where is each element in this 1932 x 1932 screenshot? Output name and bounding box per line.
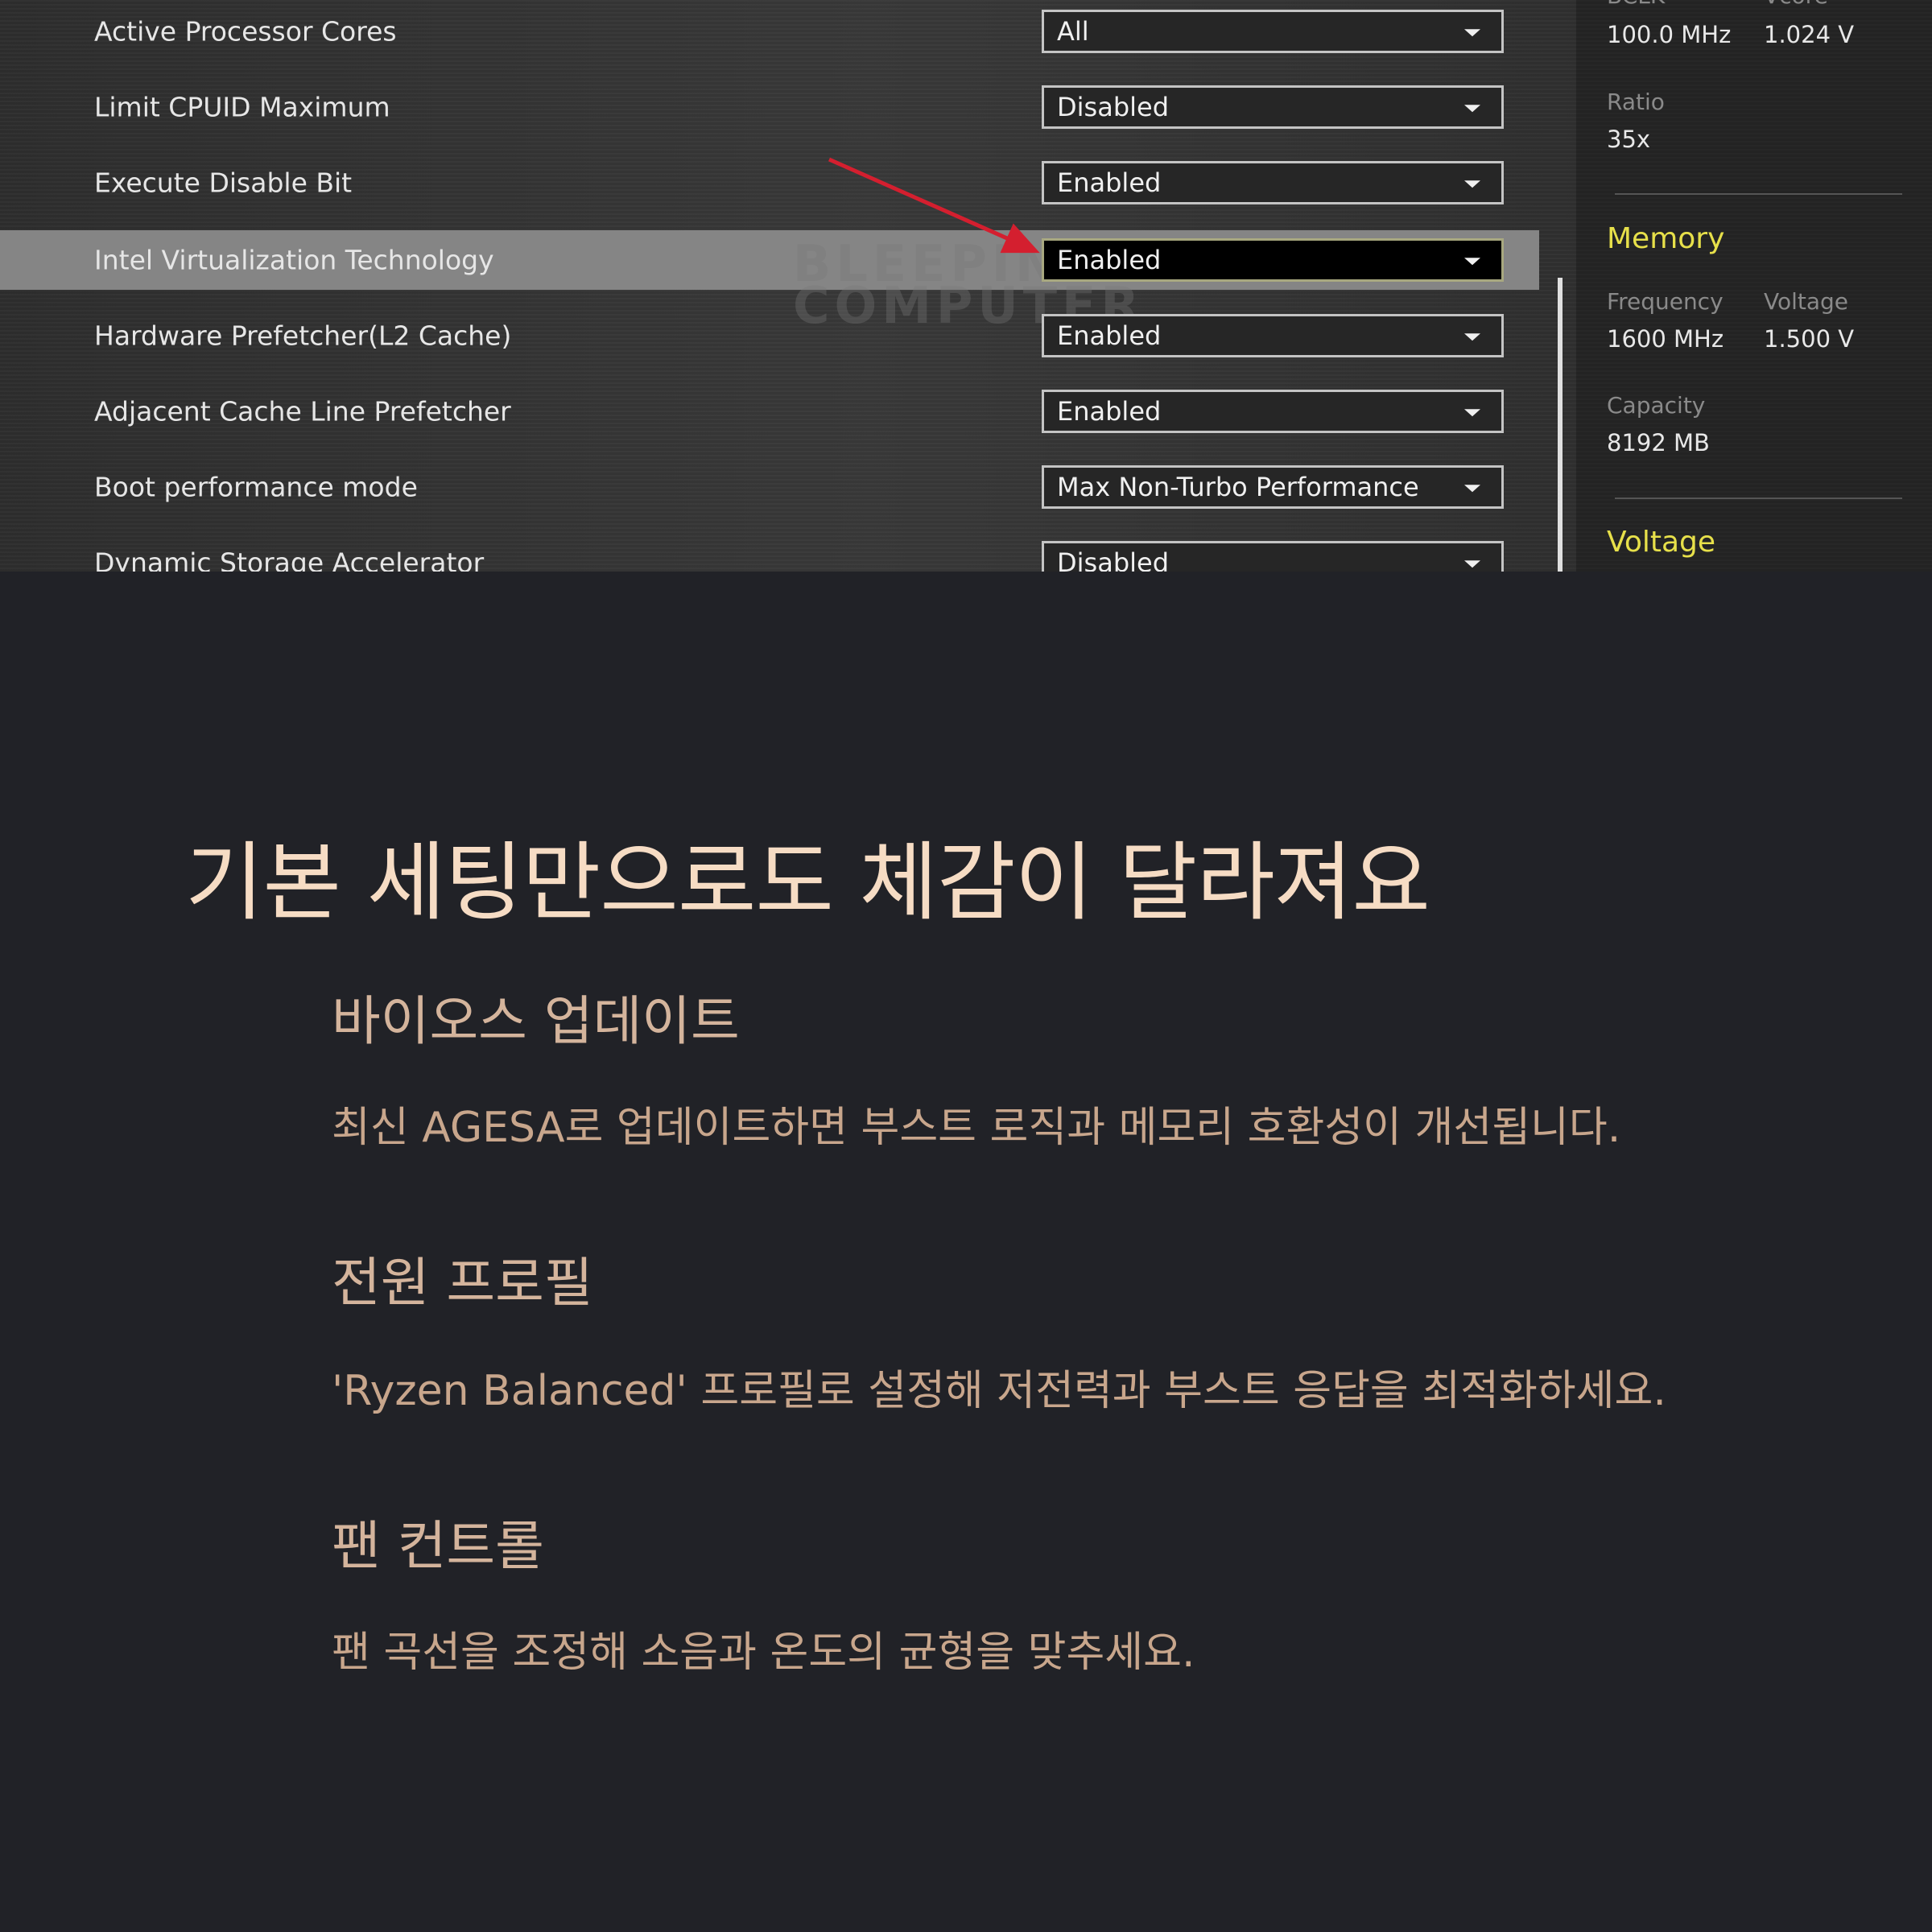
- vcore-label: Vcore: [1764, 0, 1828, 9]
- dropdown-value: Enabled: [1057, 245, 1162, 275]
- section-body-fan-control: 팬 곡선을 조정해 소음과 온도의 균형을 맞추세요.: [332, 1629, 1195, 1677]
- article-section: 기본 세팅만으로도 체감이 달라져요 바이오스 업데이트 최신 AGESA로 업…: [0, 572, 1932, 1932]
- caret-down-icon: [1464, 485, 1480, 493]
- adjacent-cache-line-prefetcher-dropdown[interactable]: Enabled: [1042, 390, 1504, 433]
- dropdown-value: Enabled: [1057, 320, 1162, 351]
- dropdown-value: Disabled: [1057, 92, 1170, 122]
- caret-down-icon: [1464, 105, 1480, 113]
- bios-screenshot: Active Processor Cores All Limit CPUID M…: [0, 0, 1932, 572]
- dynamic-storage-accelerator-dropdown[interactable]: Disabled: [1042, 541, 1504, 572]
- setting-row-adjacent-cache-line-prefetcher[interactable]: Adjacent Cache Line Prefetcher Enabled: [0, 382, 1539, 441]
- divider: [1615, 497, 1902, 499]
- caret-down-icon: [1464, 258, 1480, 266]
- vcore-value: 1.024 V: [1764, 21, 1855, 48]
- dropdown-value: Enabled: [1057, 167, 1162, 198]
- hardware-prefetcher-dropdown[interactable]: Enabled: [1042, 314, 1504, 357]
- intel-virtualization-technology-dropdown[interactable]: Enabled: [1042, 238, 1504, 282]
- execute-disable-bit-dropdown[interactable]: Enabled: [1042, 161, 1504, 204]
- section-body-bios-update: 최신 AGESA로 업데이트하면 부스트 로직과 메모리 호환성이 개선됩니다.: [332, 1104, 1621, 1152]
- active-processor-cores-dropdown[interactable]: All: [1042, 10, 1504, 53]
- caret-down-icon: [1464, 180, 1480, 188]
- headline: 기본 세팅만으로도 체감이 달라져요: [185, 833, 1430, 932]
- setting-row-dynamic-storage-accelerator[interactable]: Dynamic Storage Accelerator Disabled: [0, 533, 1539, 572]
- setting-label: Boot performance mode: [94, 471, 418, 503]
- caret-down-icon: [1464, 29, 1480, 37]
- section-heading-fan-control: 팬 컨트롤: [332, 1515, 544, 1577]
- setting-row-boot-performance-mode[interactable]: Boot performance mode Max Non-Turbo Perf…: [0, 457, 1539, 517]
- caret-down-icon: [1464, 333, 1480, 341]
- setting-label: Dynamic Storage Accelerator: [94, 547, 485, 572]
- setting-row-active-processor-cores[interactable]: Active Processor Cores All: [0, 2, 1539, 61]
- divider: [1615, 193, 1902, 195]
- limit-cpuid-maximum-dropdown[interactable]: Disabled: [1042, 85, 1504, 129]
- scrollbar[interactable]: [1558, 278, 1563, 572]
- dropdown-value: All: [1057, 16, 1089, 47]
- virtualization-dropdown-holder: Enabled: [0, 230, 1539, 290]
- setting-label: Execute Disable Bit: [94, 167, 353, 199]
- setting-row-limit-cpuid-maximum[interactable]: Limit CPUID Maximum Disabled: [0, 77, 1539, 137]
- voltage-heading: Voltage: [1607, 526, 1716, 559]
- setting-row-execute-disable-bit[interactable]: Execute Disable Bit Enabled: [0, 153, 1539, 213]
- voltage-label: Voltage: [1764, 288, 1849, 315]
- ratio-label: Ratio: [1607, 89, 1665, 115]
- setting-label: Adjacent Cache Line Prefetcher: [94, 395, 511, 427]
- setting-row-hardware-prefetcher[interactable]: Hardware Prefetcher(L2 Cache) Enabled: [0, 306, 1539, 365]
- red-arrow-icon: [828, 157, 1040, 254]
- hardware-monitor-panel: BCLK Vcore 100.0 MHz 1.024 V Ratio 35x M…: [1576, 0, 1932, 572]
- dropdown-value: Disabled: [1057, 547, 1170, 572]
- voltage-value: 1.500 V: [1764, 325, 1855, 353]
- section-heading-power-profile: 전원 프로필: [332, 1252, 593, 1314]
- section-heading-bios-update: 바이오스 업데이트: [332, 990, 740, 1052]
- capacity-value: 8192 MB: [1607, 429, 1710, 456]
- dropdown-value: Max Non-Turbo Performance: [1057, 472, 1419, 502]
- memory-heading: Memory: [1607, 222, 1725, 255]
- setting-label: Active Processor Cores: [94, 15, 397, 47]
- caret-down-icon: [1464, 409, 1480, 417]
- bclk-label: BCLK: [1607, 0, 1665, 9]
- frequency-value: 1600 MHz: [1607, 325, 1724, 353]
- boot-performance-mode-dropdown[interactable]: Max Non-Turbo Performance: [1042, 465, 1504, 509]
- caret-down-icon: [1464, 560, 1480, 568]
- setting-label: Hardware Prefetcher(L2 Cache): [94, 320, 512, 352]
- setting-label: Limit CPUID Maximum: [94, 91, 390, 123]
- ratio-value: 35x: [1607, 126, 1651, 153]
- section-body-power-profile: 'Ryzen Balanced' 프로필로 설정해 저전력과 부스트 응답을 최…: [332, 1367, 1666, 1415]
- dropdown-value: Enabled: [1057, 396, 1162, 427]
- bclk-value: 100.0 MHz: [1607, 21, 1732, 48]
- capacity-label: Capacity: [1607, 392, 1706, 419]
- frequency-label: Frequency: [1607, 288, 1724, 315]
